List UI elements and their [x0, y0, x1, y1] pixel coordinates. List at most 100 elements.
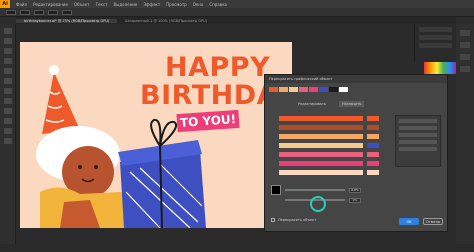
color-row[interactable] [279, 133, 387, 139]
option-row[interactable] [399, 126, 437, 130]
status-bar [0, 244, 474, 252]
dialog-title: Перекрасить графический объект [265, 75, 447, 83]
style-control[interactable] [62, 9, 72, 15]
hand-tool-icon[interactable] [3, 128, 12, 134]
recolor-artwork-dialog: Перекрасить графический объект Редактиро… [264, 74, 448, 232]
slider-row: 0,8% [285, 187, 361, 193]
tab-assign[interactable]: Назначить [338, 101, 365, 107]
option-row[interactable] [399, 119, 437, 123]
menu-edit[interactable]: Редактирование [33, 2, 68, 7]
dialog-tabs: Редактировать Назначить [295, 101, 365, 107]
checkbox-label: Перекрасить объект [278, 218, 317, 222]
tab-untitled[interactable]: Безымянный-1 @ 100% (RGB/Просмотр GPU) [117, 19, 215, 23]
rotate-tool-icon[interactable] [3, 98, 12, 104]
brush-tool-icon[interactable] [3, 78, 12, 84]
swatch[interactable] [339, 87, 348, 92]
menu-type[interactable]: Текст [96, 2, 108, 7]
gift-bow [150, 118, 178, 147]
color-row[interactable] [279, 151, 387, 157]
current-color-bar [279, 151, 363, 157]
option-row[interactable] [399, 147, 437, 151]
color-row[interactable] [279, 124, 387, 130]
zoom-tool-icon[interactable] [3, 138, 12, 144]
menu-file[interactable]: Файл [16, 2, 27, 7]
selected-color-swatch[interactable] [271, 185, 281, 195]
swatch[interactable] [269, 87, 278, 92]
new-color-chip[interactable] [367, 169, 379, 175]
swatch[interactable] [319, 87, 328, 92]
cancel-button[interactable]: Отмена [423, 218, 443, 225]
document-tab-bar: birthdaybanner.ai* @ 75% (RGB/Просмотр G… [16, 17, 456, 24]
ok-button[interactable]: OK [399, 218, 419, 225]
stroke-weight-control[interactable] [34, 9, 44, 15]
hat-pompom [49, 65, 59, 75]
eraser-tool-icon[interactable] [3, 88, 12, 94]
swatch[interactable] [299, 87, 308, 92]
current-color-bar [279, 133, 363, 139]
option-row[interactable] [399, 133, 437, 137]
option-row[interactable] [399, 140, 437, 144]
color-row[interactable] [279, 115, 387, 121]
color-row[interactable] [279, 160, 387, 166]
current-color-bar [279, 124, 363, 130]
new-color-chip[interactable] [367, 151, 379, 157]
new-color-chip[interactable] [367, 124, 379, 130]
stroke-control[interactable] [20, 9, 30, 15]
new-color-chip[interactable] [367, 115, 379, 121]
slider-value[interactable]: 0,8% [349, 187, 361, 193]
opacity-control[interactable] [48, 9, 58, 15]
checkbox-box[interactable] [271, 218, 275, 222]
new-color-chip[interactable] [367, 160, 379, 166]
recolor-art-checkbox[interactable]: Перекрасить объект [271, 218, 316, 222]
menu-items: Файл Редактирование Объект Текст Выделен… [16, 2, 227, 7]
fill-control[interactable] [6, 9, 16, 15]
menu-effect[interactable]: Эффект [143, 2, 160, 7]
swatch[interactable] [329, 87, 338, 92]
swatches-icon[interactable] [460, 54, 470, 60]
selection-tool-icon[interactable] [3, 28, 12, 34]
properties-panel [414, 24, 456, 62]
color-group-swatches [269, 87, 348, 92]
eye-right [94, 165, 98, 169]
scale-tool-icon[interactable] [3, 108, 12, 114]
eyedropper-tool-icon[interactable] [3, 118, 12, 124]
swatch[interactable] [309, 87, 318, 92]
direct-selection-tool-icon[interactable] [3, 38, 12, 44]
rectangle-tool-icon[interactable] [3, 68, 12, 74]
color-spectrum[interactable] [424, 62, 456, 74]
brushes-icon[interactable] [460, 66, 470, 72]
current-color-bar [279, 160, 363, 166]
tab-birthdaybanner[interactable]: birthdaybanner.ai* @ 75% (RGB/Просмотр G… [16, 18, 118, 23]
tools-panel [0, 24, 16, 252]
menu-window[interactable]: Окно [193, 2, 204, 7]
panel-row[interactable] [419, 43, 452, 48]
swatch[interactable] [279, 87, 288, 92]
tab-edit[interactable]: Редактировать [295, 101, 329, 107]
pen-tool-icon[interactable] [3, 48, 12, 54]
current-color-bar [279, 115, 363, 121]
current-color-bar [279, 169, 363, 175]
properties-icon[interactable] [460, 42, 470, 48]
current-color-bar [279, 142, 363, 148]
menu-view[interactable]: Просмотр [166, 2, 187, 7]
color-row[interactable] [279, 169, 387, 175]
menu-object[interactable]: Объект [74, 2, 90, 7]
panel-row[interactable] [419, 35, 452, 40]
current-colors-list [279, 115, 387, 178]
type-tool-icon[interactable] [3, 58, 12, 64]
color-slider[interactable] [285, 189, 345, 191]
layers-icon[interactable] [460, 30, 470, 36]
color-row[interactable] [279, 142, 387, 148]
artboard[interactable]: HAPPY BIRTHDAY TO YOU! [20, 42, 292, 228]
menu-select[interactable]: Выделение [113, 2, 137, 7]
cursor-highlight [310, 196, 326, 212]
new-color-chip[interactable] [367, 133, 379, 139]
swatch[interactable] [289, 87, 298, 92]
app-logo: Ai [0, 0, 10, 8]
menu-help[interactable]: Справка [209, 2, 227, 7]
slider-value[interactable]: 0% [349, 197, 361, 203]
color-options-panel [395, 115, 441, 167]
new-color-chip[interactable] [367, 142, 379, 148]
panel-row[interactable] [419, 27, 452, 32]
headline-happy: HAPPY [165, 52, 271, 83]
